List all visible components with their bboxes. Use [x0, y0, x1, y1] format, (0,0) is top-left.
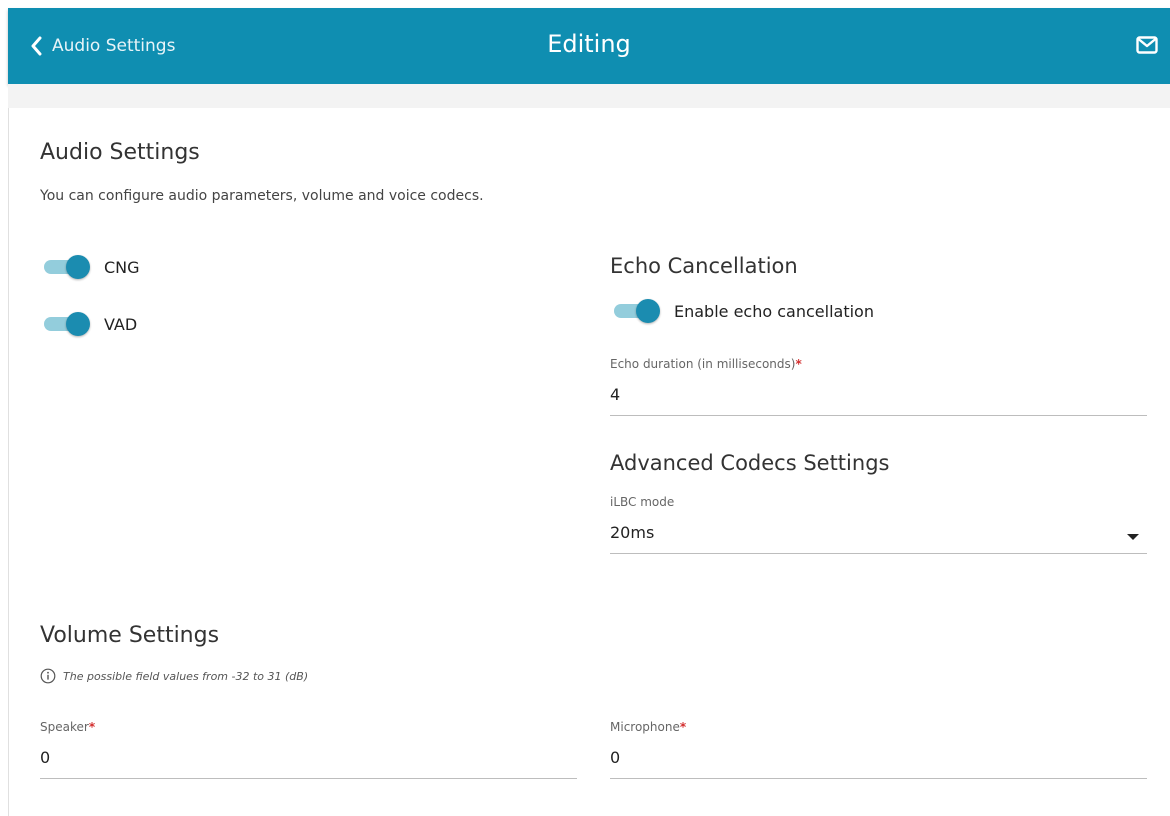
- volume-hint-text: The possible field values from -32 to 31…: [63, 669, 309, 683]
- header-shadow-band: [8, 84, 1170, 108]
- ilbc-mode-underline: [610, 553, 1147, 554]
- microphone-underline: [610, 778, 1147, 779]
- vad-label: VAD: [104, 314, 138, 334]
- echo-cancellation-title: Echo Cancellation: [610, 254, 798, 278]
- mail-icon: [1136, 36, 1158, 54]
- echo-duration-label: Echo duration (in milliseconds)*: [610, 357, 1147, 371]
- audio-settings-title: Audio Settings: [40, 140, 200, 165]
- cng-switch[interactable]: [42, 254, 92, 280]
- info-icon: [40, 668, 56, 684]
- vad-switch[interactable]: [42, 311, 92, 337]
- ilbc-mode-select[interactable]: iLBC mode 20ms: [610, 495, 1147, 554]
- page-title: Editing: [547, 30, 631, 58]
- required-mark: *: [679, 720, 687, 734]
- speaker-field[interactable]: Speaker* 0: [40, 720, 577, 779]
- advanced-codecs-title: Advanced Codecs Settings: [610, 451, 890, 475]
- microphone-label-text: Microphone: [610, 720, 680, 734]
- speaker-underline: [40, 778, 577, 779]
- microphone-field[interactable]: Microphone* 0: [610, 720, 1147, 779]
- required-mark: *: [795, 357, 802, 371]
- echo-duration-label-text: Echo duration (in milliseconds): [610, 357, 796, 371]
- ilbc-mode-label: iLBC mode: [610, 495, 675, 509]
- cng-toggle[interactable]: CNG: [42, 254, 140, 280]
- echo-duration-field[interactable]: Echo duration (in milliseconds)* 4: [610, 357, 1147, 416]
- echo-duration-input[interactable]: 4: [610, 385, 1147, 407]
- echo-cancellation-label: Enable echo cancellation: [674, 301, 874, 321]
- app-header: Audio Settings Editing: [8, 8, 1170, 84]
- speaker-label-text: Speaker: [40, 720, 89, 734]
- speaker-label: Speaker*: [40, 720, 577, 734]
- echo-cancellation-switch[interactable]: [612, 298, 662, 324]
- audio-settings-description: You can configure audio parameters, volu…: [40, 188, 484, 204]
- ilbc-mode-value[interactable]: 20ms: [610, 523, 1147, 545]
- notifications-button[interactable]: [1136, 36, 1158, 58]
- echo-cancellation-toggle[interactable]: Enable echo cancellation: [612, 298, 874, 324]
- switch-knob: [636, 299, 660, 323]
- volume-settings-title: Volume Settings: [40, 623, 220, 648]
- required-mark: *: [88, 720, 96, 734]
- main-content: Audio Settings You can configure audio p…: [8, 108, 1170, 816]
- microphone-label: Microphone*: [610, 720, 1147, 734]
- switch-knob: [66, 255, 90, 279]
- speaker-input[interactable]: 0: [40, 748, 577, 770]
- vad-toggle[interactable]: VAD: [42, 311, 137, 337]
- echo-duration-underline: [610, 415, 1147, 416]
- volume-hint: The possible field values from -32 to 31…: [40, 668, 308, 684]
- cng-label: CNG: [104, 257, 140, 277]
- microphone-input[interactable]: 0: [610, 748, 1147, 770]
- switch-knob: [66, 312, 90, 336]
- caret-down-icon[interactable]: [1127, 534, 1139, 540]
